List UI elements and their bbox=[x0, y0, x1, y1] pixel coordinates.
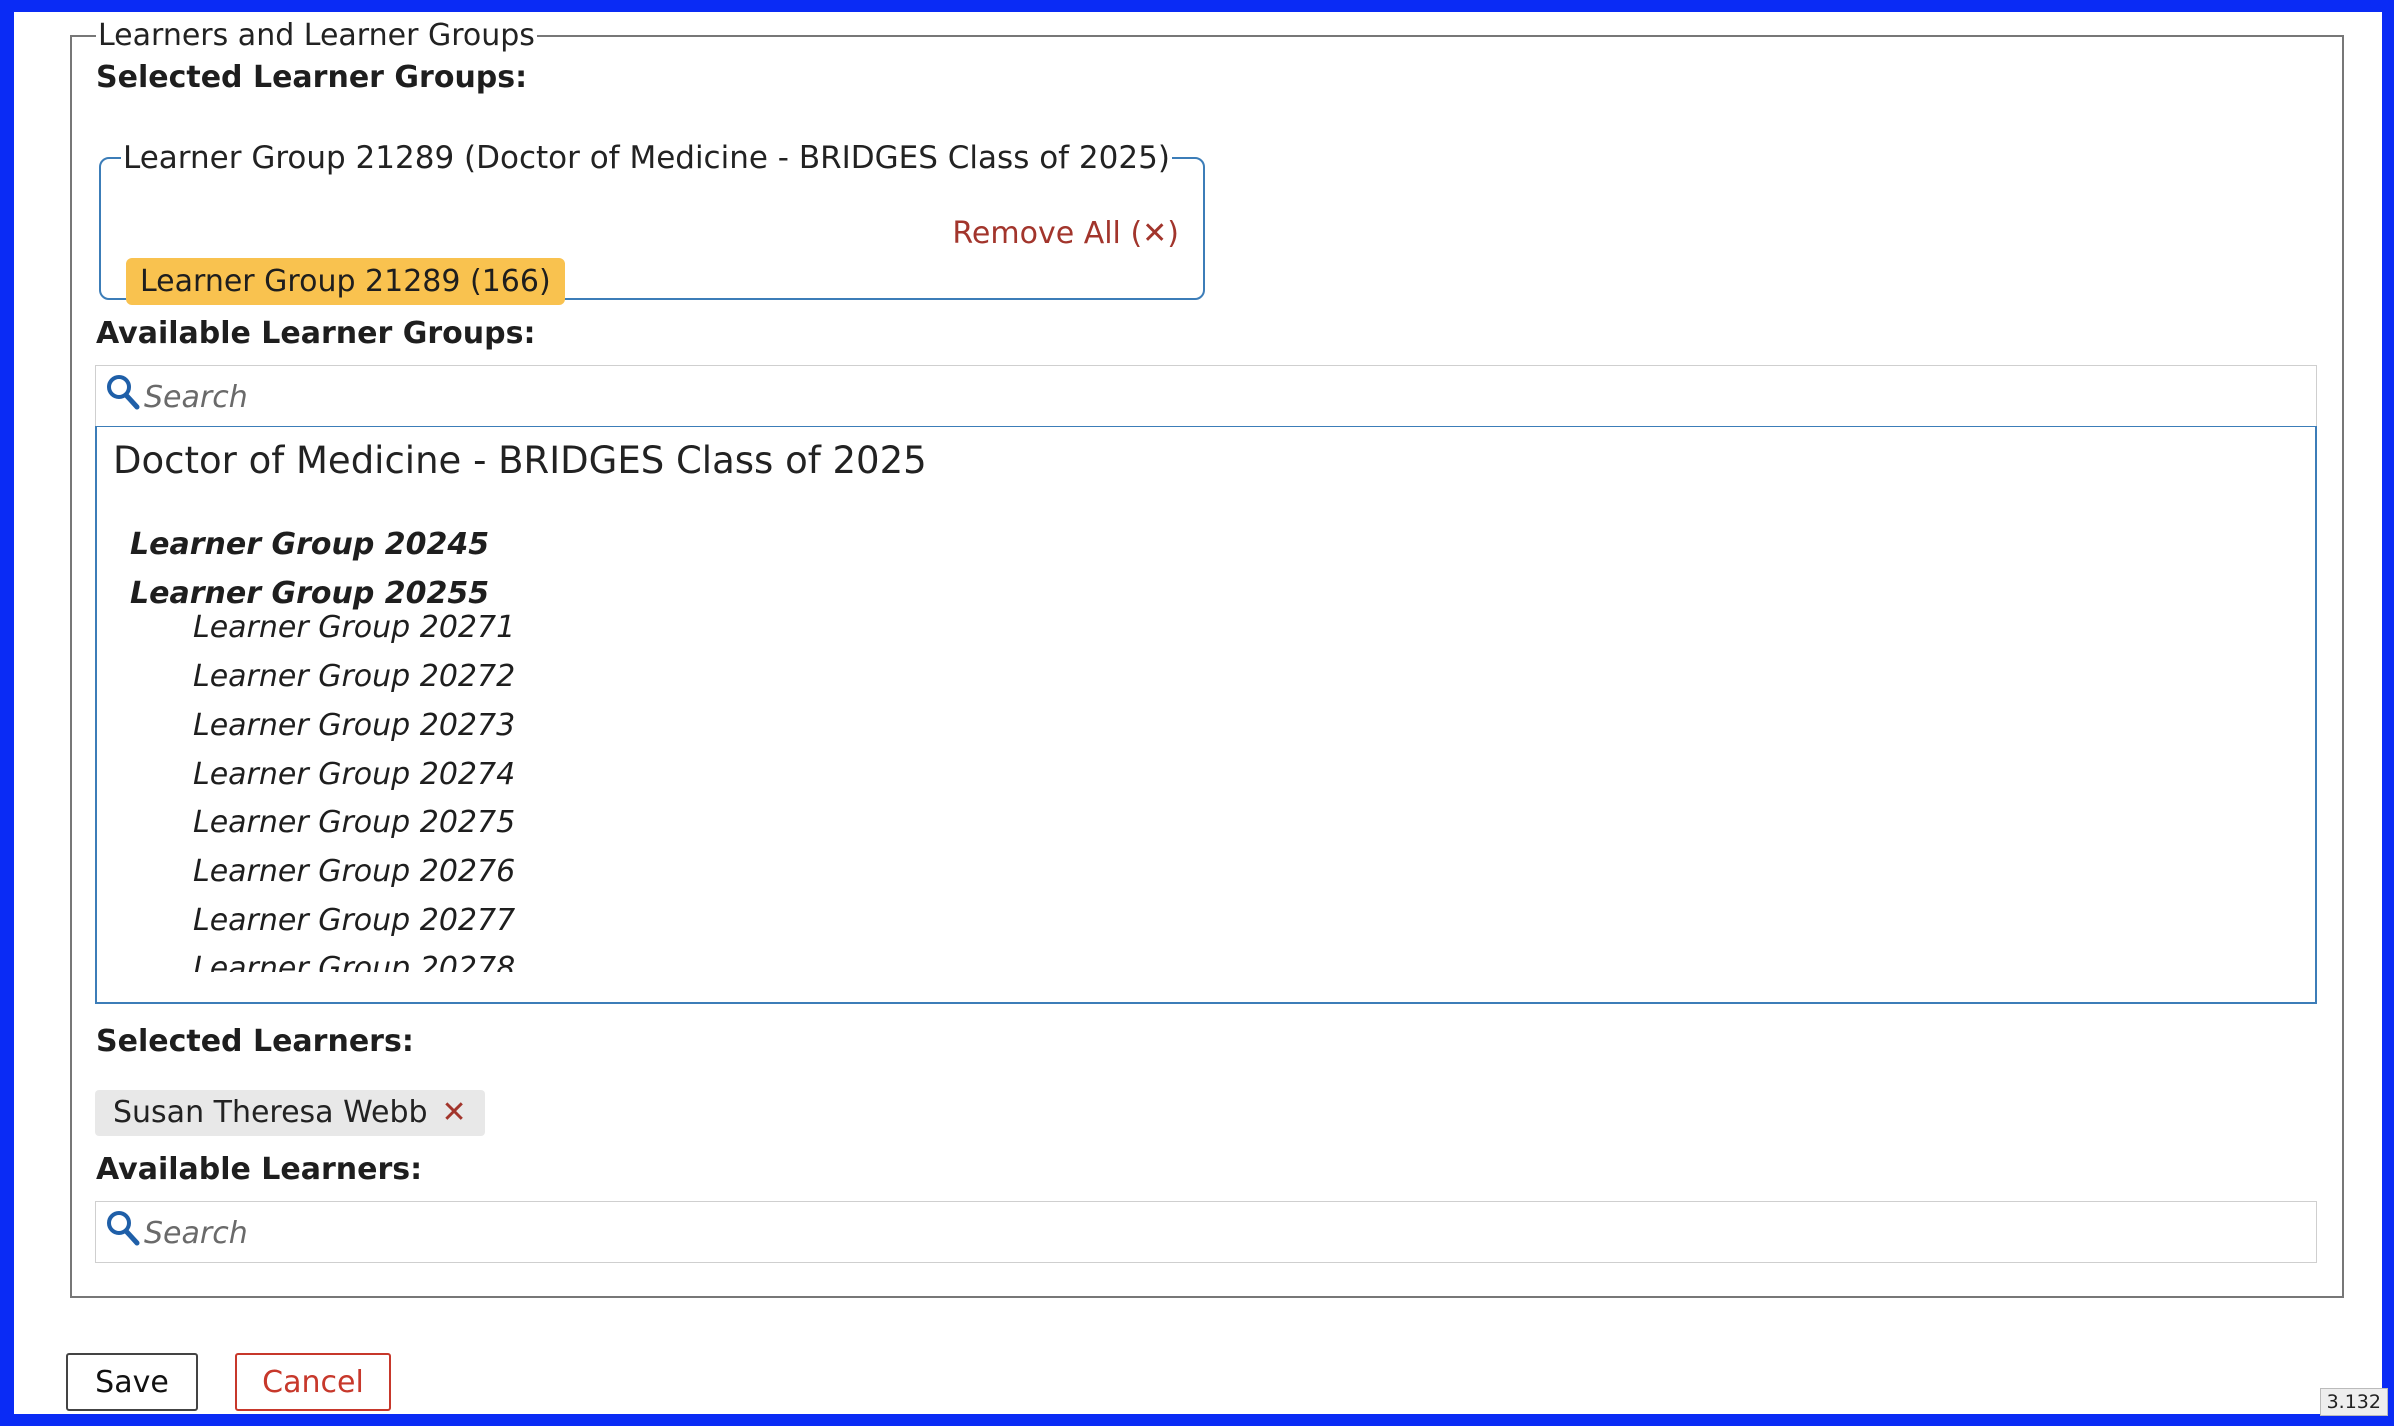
close-icon: (✕) bbox=[1130, 216, 1179, 251]
available-learners-heading: Available Learners: bbox=[96, 1152, 423, 1187]
learner-search-box bbox=[95, 1201, 2317, 1263]
group-search-input[interactable] bbox=[142, 370, 2296, 424]
selected-group-box: Learner Group 21289 (Doctor of Medicine … bbox=[99, 140, 1205, 305]
list-item[interactable]: Learner Group 20273 bbox=[193, 708, 515, 743]
list-item[interactable]: Learner Group 20274 bbox=[193, 757, 515, 792]
list-item[interactable]: Learner Group 20271 bbox=[193, 610, 515, 645]
list-clip bbox=[97, 972, 2315, 1002]
selected-learners-heading: Selected Learners: bbox=[96, 1024, 414, 1059]
remove-all-button[interactable]: Remove All (✕) bbox=[952, 216, 1179, 251]
selected-learner-chip: Susan Theresa Webb ✕ bbox=[95, 1090, 485, 1136]
close-icon[interactable]: ✕ bbox=[442, 1095, 467, 1130]
list-item[interactable]: Learner Group 20255 bbox=[130, 576, 489, 611]
search-icon bbox=[107, 375, 140, 410]
list-item[interactable]: Learner Group 20277 bbox=[193, 903, 515, 938]
version-badge: 3.132 bbox=[2319, 1388, 2388, 1416]
remove-all-label: Remove All bbox=[952, 216, 1121, 251]
list-item[interactable]: Learner Group 20276 bbox=[193, 854, 515, 889]
list-item[interactable]: Learner Group 20275 bbox=[193, 805, 515, 840]
learner-name: Susan Theresa Webb bbox=[113, 1095, 428, 1130]
selected-groups-heading: Selected Learner Groups: bbox=[96, 60, 528, 95]
cancel-button[interactable]: Cancel bbox=[235, 1353, 391, 1411]
list-item[interactable]: Learner Group 20245 bbox=[130, 527, 489, 562]
save-button[interactable]: Save bbox=[66, 1353, 198, 1411]
learner-search-input[interactable] bbox=[142, 1206, 2296, 1260]
selected-group-chip[interactable]: Learner Group 21289 (166) bbox=[126, 258, 565, 305]
available-groups-list[interactable]: Doctor of Medicine - BRIDGES Class of 20… bbox=[95, 426, 2317, 1004]
list-item[interactable]: Learner Group 20272 bbox=[193, 659, 515, 694]
cohort-title: Doctor of Medicine - BRIDGES Class of 20… bbox=[113, 439, 927, 482]
selected-group-legend: Learner Group 21289 (Doctor of Medicine … bbox=[123, 140, 1170, 176]
available-groups-heading: Available Learner Groups: bbox=[96, 316, 536, 351]
fieldset-legend: Learners and Learner Groups bbox=[98, 18, 535, 53]
group-search-box bbox=[95, 365, 2317, 427]
search-icon bbox=[107, 1211, 140, 1246]
